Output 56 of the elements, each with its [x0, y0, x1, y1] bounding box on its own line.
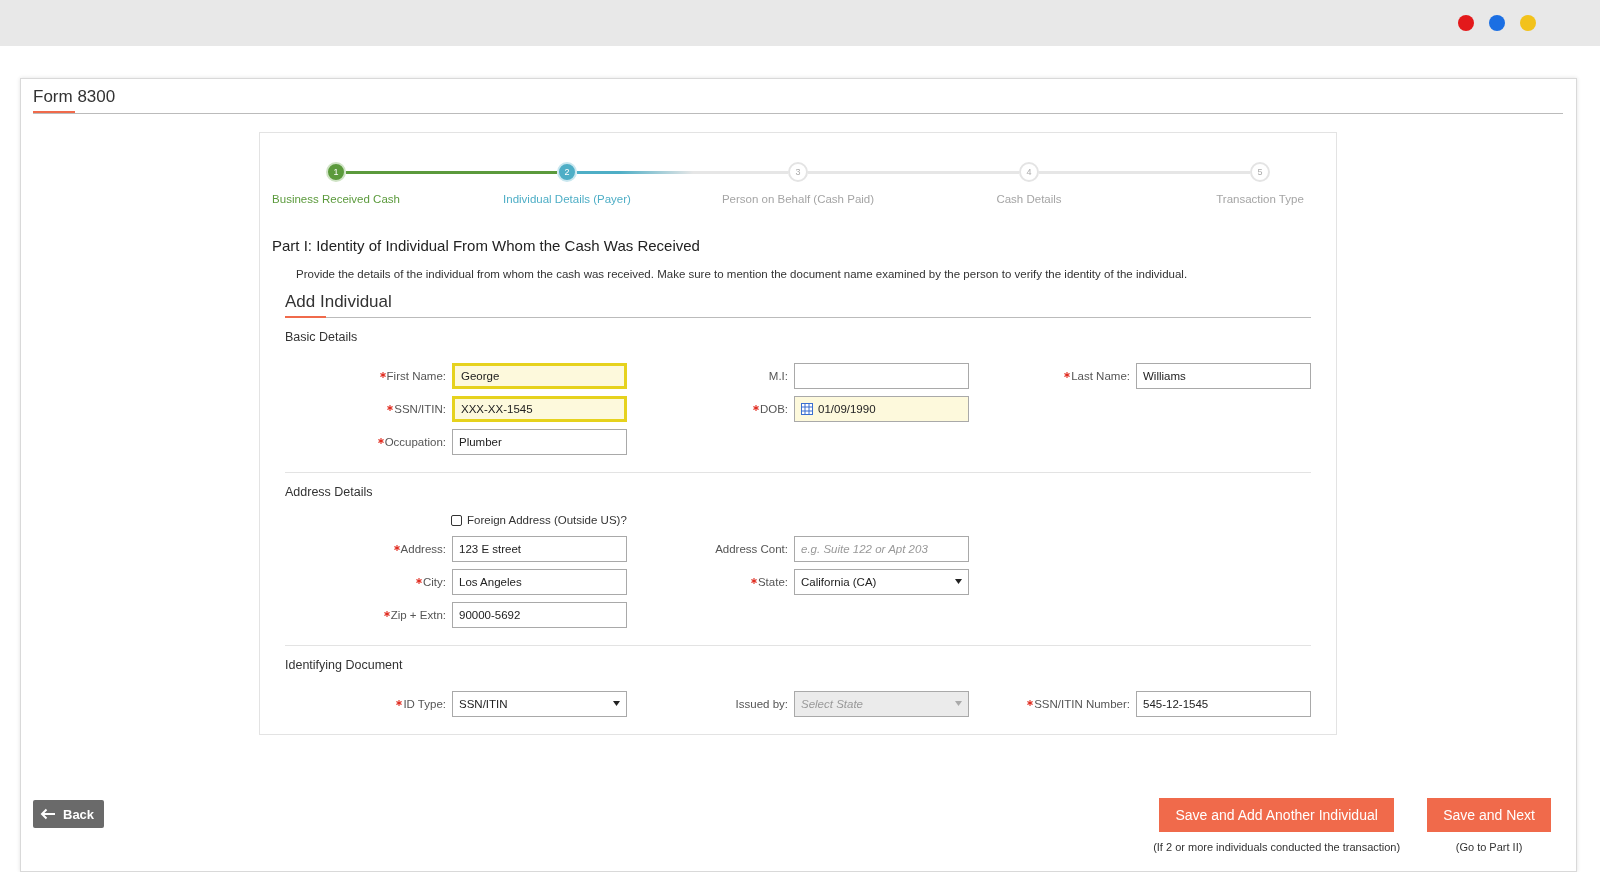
field-label: First Name:: [386, 369, 446, 382]
checkbox[interactable]: [451, 514, 462, 526]
field-label: SSN/ITIN Number:: [1034, 697, 1130, 710]
caret-icon: [613, 701, 620, 706]
step-label: Business Received Cash: [272, 193, 400, 205]
field-label: Address:: [400, 542, 446, 555]
field-label: M.I:: [768, 369, 788, 382]
button-note: (If 2 or more individuals conducted the transaction): [1153, 841, 1401, 853]
input-field[interactable]: XXX-XX-1545: [452, 395, 627, 422]
select-field[interactable]: SSN/ITIN: [452, 690, 627, 717]
step-number: 1: [326, 162, 346, 182]
field-label: Zip + Extn:: [390, 608, 446, 621]
field-label: Issued by:: [735, 697, 788, 710]
caret-icon: [955, 701, 962, 706]
window-dot[interactable]: [1458, 15, 1474, 31]
input-field[interactable]: Los Angeles: [452, 568, 627, 595]
checkbox-label: Foreign Address (Outside US)?: [467, 514, 627, 526]
step-label: Cash Details: [996, 193, 1062, 205]
back-button[interactable]: Back: [33, 800, 105, 828]
input-field[interactable]: 123 E street: [452, 535, 627, 562]
arrow-left-icon: [40, 808, 56, 820]
step-label: Individual Details (Payer): [503, 193, 631, 205]
step-label: Person on Behalf (Cash Paid): [721, 193, 875, 205]
group-title: Identifying Document: [285, 658, 404, 672]
field-label: State:: [757, 575, 788, 588]
group-title: Basic Details: [285, 330, 359, 344]
button-note: (Go to Part II): [1455, 841, 1523, 853]
field-label: City:: [423, 575, 446, 588]
form-title: Form 8300: [33, 87, 116, 113]
field-label: DOB:: [759, 402, 788, 415]
input-field[interactable]: 545-12-1545: [1136, 690, 1311, 717]
window-dot[interactable]: [1520, 15, 1536, 31]
field-label: Last Name:: [1071, 369, 1130, 382]
field-label: SSN/ITIN:: [394, 402, 446, 415]
field-label: Occupation:: [384, 435, 446, 448]
part-description: Provide the details of the individual from whom the cash was received. Make sure to mention the document name examined by the person to verify the identity of the individual.: [296, 268, 1189, 280]
date-field[interactable]: 01/09/1990: [794, 395, 969, 422]
select-field[interactable]: California (CA): [794, 568, 969, 595]
calendar-icon: [801, 402, 813, 415]
input-field[interactable]: George: [452, 362, 627, 389]
input-field[interactable]: Plumber: [452, 428, 627, 455]
group-title: Address Details: [285, 485, 374, 499]
field-label: Address Cont:: [715, 542, 788, 555]
step-number: 4: [1019, 162, 1039, 182]
input-field[interactable]: [794, 362, 969, 389]
caret-icon: [955, 579, 962, 584]
section-title: Add Individual: [285, 292, 392, 317]
part-heading: Part I: Identity of Individual From Whom the Cash Was Received: [272, 237, 701, 254]
step-number: 2: [557, 162, 577, 182]
window-dot[interactable]: [1489, 15, 1505, 31]
input-field[interactable]: 90000-5692: [452, 601, 627, 628]
step-label: Transaction Type: [1216, 193, 1304, 205]
step-number: 5: [1250, 162, 1270, 182]
input-field[interactable]: Williams: [1136, 362, 1311, 389]
field-label: ID Type:: [403, 697, 446, 710]
step-number: 3: [788, 162, 808, 182]
